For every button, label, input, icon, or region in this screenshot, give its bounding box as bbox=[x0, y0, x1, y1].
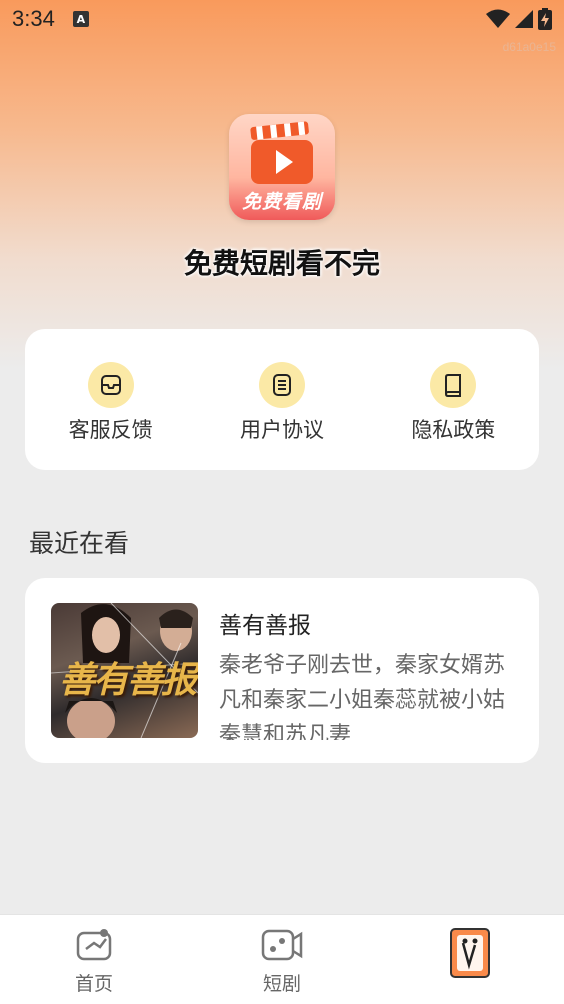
status-time: 3:34 bbox=[12, 6, 55, 31]
home-icon bbox=[76, 929, 112, 961]
nav-label: 短剧 bbox=[262, 973, 301, 995]
app-slogan: 免费短剧看不完 bbox=[183, 247, 380, 280]
wifi-icon bbox=[486, 9, 510, 28]
customer-feedback-button[interactable]: 客服反馈 bbox=[25, 329, 196, 470]
nav-short-drama[interactable]: 短剧 bbox=[188, 915, 376, 1004]
drama-description: 秦老爷子刚去世，秦家女婿苏凡和秦家二小姐秦蕊就被小姑秦慧和苏凡妻 bbox=[219, 653, 506, 740]
user-agreement-button[interactable]: 用户协议 bbox=[196, 329, 367, 470]
signal-icon bbox=[515, 10, 533, 28]
battery-charging-icon bbox=[538, 8, 552, 30]
privacy-policy-button[interactable]: 隐私政策 bbox=[368, 329, 539, 470]
nav-home[interactable]: 首页 bbox=[0, 915, 188, 1004]
menu-card: 客服反馈 用户协议 隐私政策 bbox=[25, 329, 539, 470]
inbox-icon bbox=[87, 362, 134, 408]
bottom-nav: 首页 短剧 bbox=[0, 914, 564, 1004]
notification-icon: A bbox=[72, 11, 89, 27]
drama-poster[interactable]: 善有善报 bbox=[51, 603, 198, 738]
status-icons bbox=[486, 8, 552, 30]
document-icon bbox=[258, 362, 305, 408]
nav-profile[interactable] bbox=[376, 915, 564, 1004]
logo-text: 免费看剧 bbox=[241, 191, 322, 213]
nav-label: 首页 bbox=[74, 973, 113, 995]
profile-icon bbox=[450, 928, 490, 978]
menu-label: 用户协议 bbox=[239, 418, 324, 442]
menu-label: 隐私政策 bbox=[411, 418, 496, 442]
status-bar: 3:34 A bbox=[0, 0, 564, 38]
short-drama-icon bbox=[261, 929, 303, 961]
menu-label: 客服反馈 bbox=[68, 418, 153, 442]
poster-title: 善有善报 bbox=[59, 659, 197, 701]
build-tag: d61a0e15 bbox=[502, 40, 556, 54]
drama-title: 善有善报 bbox=[219, 613, 311, 639]
book-icon bbox=[430, 362, 477, 408]
app-logo: 免费看剧 bbox=[229, 114, 335, 220]
recent-drama-card[interactable]: 善有善报 善有善报 秦老爷子刚去世，秦家女婿苏凡和秦家二小姐秦蕊就被小姑秦慧和苏… bbox=[25, 578, 539, 763]
recent-section-title: 最近在看 bbox=[29, 529, 130, 558]
